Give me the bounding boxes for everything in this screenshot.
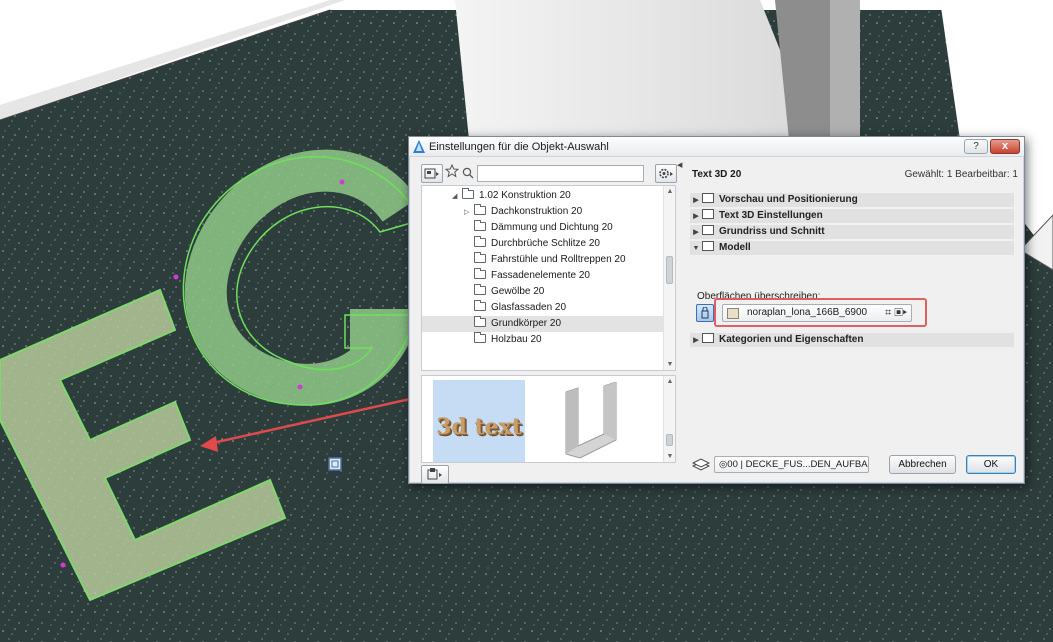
annotation-highlight-box: [714, 298, 927, 327]
layer-select[interactable]: ◎00 | DECKE_FUS...DEN_AUFBAU.3D▸: [714, 456, 869, 473]
ok-button[interactable]: OK: [966, 455, 1016, 474]
selection-marker: [328, 457, 342, 471]
library-pane: ◢ 1.02 Konstruktion 20 ▷ Dachkonstruktion …: [417, 161, 681, 484]
scroll-up-arrow-icon[interactable]: ▲: [664, 378, 675, 385]
object-name: Text 3D 20: [692, 169, 742, 180]
section-floorplan-section[interactable]: ▶ Grundriss und Schnitt: [690, 225, 1014, 239]
library-tree[interactable]: ◢ 1.02 Konstruktion 20 ▷ Dachkonstruktion …: [421, 185, 676, 371]
object-preview-grid[interactable]: 3d text ▲ ▼: [421, 375, 676, 463]
preview-item-3d-text[interactable]: 3d text: [433, 380, 525, 462]
dialog-title: Einstellungen für die Objekt-Auswahl: [429, 141, 609, 153]
expand-arrow-icon: ▶: [693, 229, 699, 236]
preview-icon: [702, 193, 714, 203]
library-settings-button[interactable]: [655, 164, 677, 183]
tree-item[interactable]: ◢ 1.02 Konstruktion 20: [422, 188, 663, 204]
section-text3d-settings[interactable]: ▶ Text 3D Einstellungen: [690, 209, 1014, 223]
search-icon: [462, 167, 474, 179]
expand-arrow-icon: ▶: [693, 337, 699, 344]
tree-item-selected[interactable]: Grundkörper 20: [422, 316, 663, 332]
library-view-menu-button[interactable]: [421, 164, 443, 183]
archicad-app-icon: [413, 140, 425, 153]
layer-icon: [692, 458, 710, 471]
preview-item-u-shape[interactable]: [560, 382, 622, 462]
surface-override-toggle[interactable]: [696, 304, 714, 322]
object-load-icon: [427, 468, 442, 480]
section-model[interactable]: ▼ Modell: [690, 241, 1014, 255]
scroll-down-arrow-icon[interactable]: ▼: [664, 453, 675, 460]
scroll-up-arrow-icon[interactable]: ▲: [664, 188, 675, 195]
selection-status: Gewählt: 1 Bearbeitbar: 1: [904, 169, 1018, 180]
tree-item[interactable]: ▷ Dachkonstruktion 20: [422, 204, 663, 220]
folder-icon: [474, 316, 486, 327]
expand-arrow-icon: ▶: [693, 213, 699, 220]
folder-icon: [462, 188, 474, 199]
library-icon: [424, 168, 439, 179]
tree-item[interactable]: Glasfassaden 20: [422, 300, 663, 316]
folder-icon: [474, 204, 486, 215]
paint-bucket-icon: [701, 306, 709, 319]
tree-item[interactable]: Dämmung und Dichtung 20: [422, 220, 663, 236]
tree-item[interactable]: Fassadenelemente 20: [422, 268, 663, 284]
folder-icon: [474, 300, 486, 311]
floorplan-icon: [702, 225, 714, 235]
collapse-arrow-icon: ▼: [692, 245, 700, 252]
model-icon: [702, 241, 714, 251]
folder-icon: [474, 284, 486, 295]
tree-item[interactable]: Holzbau 20: [422, 332, 663, 348]
wall-block: [455, 0, 820, 150]
object-settings-dialog: Einstellungen für die Objekt-Auswahl ? x…: [408, 136, 1025, 484]
scroll-thumb[interactable]: [666, 256, 673, 284]
folder-icon: [474, 220, 486, 231]
pane-collapse-arrow-icon[interactable]: ◀: [677, 161, 682, 169]
close-button[interactable]: x: [990, 139, 1020, 154]
favorites-star-icon[interactable]: [444, 163, 460, 183]
cancel-button[interactable]: Abbrechen: [889, 455, 956, 474]
title-bar[interactable]: Einstellungen für die Objekt-Auswahl ? x: [409, 137, 1024, 157]
folder-icon: [474, 236, 486, 247]
gear-icon: [659, 168, 673, 178]
load-object-button[interactable]: [421, 465, 449, 484]
section-preview-positioning[interactable]: ▶ Vorschau und Positionierung: [690, 193, 1014, 207]
settings-pane: Text 3D 20 Gewählt: 1 Bearbeitbar: 1 ▶ Vo…: [684, 161, 1022, 481]
tree-item[interactable]: Gewölbe 20: [422, 284, 663, 300]
folder-icon: [474, 268, 486, 279]
scroll-down-arrow-icon[interactable]: ▼: [664, 361, 675, 368]
help-button[interactable]: ?: [964, 139, 988, 154]
folder-icon: [474, 332, 486, 343]
scroll-thumb[interactable]: [666, 434, 673, 446]
tree-scrollbar[interactable]: ▲ ▼: [663, 186, 675, 370]
expand-arrow-icon: ▶: [693, 197, 699, 204]
tree-item[interactable]: Fahrstühle und Rolltreppen 20: [422, 252, 663, 268]
properties-icon: [702, 333, 714, 343]
folder-icon: [474, 252, 486, 263]
tree-item[interactable]: Durchbrüche Schlitze 20: [422, 236, 663, 252]
search-input[interactable]: [477, 165, 644, 182]
preview-scrollbar[interactable]: ▲ ▼: [663, 376, 675, 462]
section-categories-properties[interactable]: ▶ Kategorien und Eigenschaften: [690, 333, 1014, 347]
settings-icon: [702, 209, 714, 219]
